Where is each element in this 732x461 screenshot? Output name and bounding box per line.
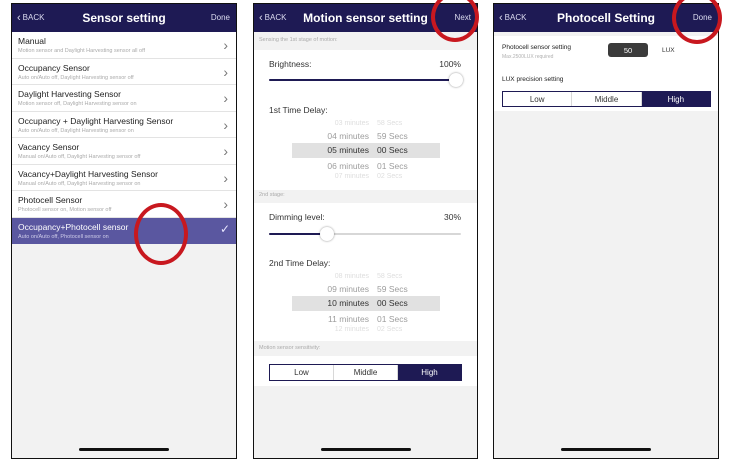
delay1-picker[interactable]: 03 minutes 58 Secs 04 minutes 59 Secs 05 m… — [292, 120, 440, 182]
picker-row: 11 minutes 01 Secs — [328, 314, 408, 324]
done-button[interactable]: Done — [211, 13, 230, 22]
sensitivity-segmented-control: Low Middle High — [269, 364, 462, 381]
stage2-label: 2nd stage: — [259, 192, 285, 198]
item-title: Vacancy Sensor — [18, 142, 80, 152]
home-indicator — [561, 448, 651, 451]
home-indicator — [79, 448, 169, 451]
item-title: Daylight Harvesting Sensor — [18, 89, 121, 99]
stage1-card: Brightness: 100% 1st Time Delay: 03 minu… — [254, 50, 477, 190]
item-subtitle: Auto on/Auto off, Photocell sensor on — [18, 233, 109, 240]
lux-precision-label: LUX precision setting — [502, 76, 564, 83]
slider-fill — [269, 233, 327, 235]
sensitivity-high-option[interactable]: High — [398, 365, 461, 380]
dimming-value: 30% — [443, 212, 461, 222]
brightness-slider[interactable] — [269, 73, 463, 87]
chevron-right-icon: › — [223, 196, 228, 212]
precision-middle-option[interactable]: Middle — [572, 92, 642, 106]
picker-row: 07 minutes 02 Secs — [334, 173, 403, 180]
sensitivity-middle-option[interactable]: Middle — [334, 365, 398, 380]
chevron-right-icon: › — [223, 37, 228, 53]
list-item-vacancy-daylight[interactable]: Vacancy+Daylight Harvesting Sensor Manua… — [12, 164, 236, 191]
item-title: Occupancy Sensor — [18, 62, 90, 73]
chevron-right-icon: › — [223, 90, 228, 106]
list-item-vacancy[interactable]: Vacancy Sensor Manual on/Auto off, Dayli… — [12, 138, 236, 165]
lux-precision-segmented-control: Low Middle High — [502, 91, 711, 107]
list-item-occupancy-photocell[interactable]: Occupancy+Photocell sensor Auto on/Auto … — [12, 217, 236, 244]
motion-sensor-setting-screen: ‹ BACK Motion sensor setting Next Sensin… — [253, 3, 478, 459]
list-item-manual[interactable]: Manual Motion sensor and Daylight Harves… — [12, 32, 236, 59]
chevron-right-icon: › — [223, 143, 228, 159]
delay1-label: 1st Time Delay: — [269, 105, 328, 115]
picker-row-selected: 05 minutes 00 Secs — [327, 145, 408, 155]
photocell-card: Photocell sensor setting Max.2500LUX req… — [494, 36, 718, 111]
list-item-occupancy[interactable]: Occupancy Sensor Auto on/Auto off, Dayli… — [12, 58, 236, 85]
photocell-setting-screen: ‹ BACK Photocell Setting Done Photocell … — [493, 3, 719, 459]
item-title: Vacancy+Daylight Harvesting Sensor — [18, 168, 158, 179]
sensitivity-label: Motion sensor sensitivity: — [259, 345, 321, 351]
slider-knob[interactable] — [319, 227, 334, 241]
lux-unit: LUX — [662, 47, 675, 54]
precision-low-option[interactable]: Low — [503, 92, 573, 106]
picker-row: 08 minutes 58 Secs — [334, 273, 403, 280]
picker-row: 03 minutes 58 Secs — [334, 120, 403, 127]
chevron-right-icon: › — [223, 116, 228, 133]
list-item-daylight[interactable]: Daylight Harvesting Sensor Motion sensor… — [12, 85, 236, 112]
chevron-right-icon: › — [223, 169, 228, 186]
nav-bar: ‹ BACK Sensor setting Done — [12, 4, 236, 32]
canvas: ‹ BACK Sensor setting Done Manual Motion… — [0, 0, 732, 461]
brightness-value: 100% — [439, 59, 461, 69]
item-title: Photocell Sensor — [18, 195, 83, 205]
precision-high-option[interactable]: High — [641, 92, 710, 106]
item-subtitle: Motion sensor off, Daylight Harvesting s… — [18, 101, 137, 107]
item-subtitle: Manual on/Auto off, Daylight Harvesting … — [18, 180, 141, 187]
check-icon: ✓ — [219, 221, 230, 236]
dimming-label: Dimming level: — [269, 212, 325, 222]
screen-title: Sensor setting — [82, 11, 166, 25]
sensor-setting-screen: ‹ BACK Sensor setting Done Manual Motion… — [11, 3, 237, 459]
home-indicator — [320, 448, 411, 451]
item-subtitle: Photocell sensor on, Motion sensor off — [18, 207, 112, 213]
slider-fill — [269, 79, 461, 81]
lux-input[interactable]: 50 — [608, 43, 648, 57]
item-subtitle: Auto on/Auto off, Daylight Harvesting se… — [18, 74, 134, 81]
item-subtitle: Motion sensor and Daylight Harvesting se… — [18, 48, 146, 54]
sensitivity-card: Low Middle High — [254, 356, 477, 386]
list-item-occupancy-daylight[interactable]: Occupancy + Daylight Harvesting Sensor A… — [12, 111, 236, 138]
stage1-label: Sensing the 1st stage of motion: — [259, 37, 338, 43]
item-title: Occupancy+Photocell sensor — [18, 221, 129, 232]
brightness-label: Brightness: — [269, 59, 312, 69]
sensor-mode-list: Manual Motion sensor and Daylight Harves… — [12, 32, 236, 244]
item-title: Manual — [18, 36, 46, 46]
stage2-card: Dimming level: 30% 2nd Time Delay: 08 mi… — [254, 203, 477, 341]
chevron-right-icon: › — [223, 63, 228, 80]
picker-row: 06 minutes 01 Secs — [327, 161, 408, 171]
annotation-circle-selected-item — [134, 203, 188, 265]
list-item-photocell[interactable]: Photocell Sensor Photocell sensor on, Mo… — [12, 191, 236, 218]
picker-row: 04 minutes 59 Secs — [327, 131, 408, 141]
delay2-picker[interactable]: 08 minutes 58 Secs 09 minutes 59 Secs 10 m… — [292, 273, 440, 335]
delay2-label: 2nd Time Delay: — [269, 258, 331, 268]
slider-knob[interactable] — [449, 73, 463, 87]
dimming-slider[interactable] — [269, 227, 461, 241]
photocell-sensor-label: Photocell sensor setting — [502, 44, 572, 51]
item-title: Occupancy + Daylight Harvesting Sensor — [18, 115, 174, 126]
picker-row-selected: 10 minutes 00 Secs — [327, 298, 408, 308]
picker-row: 09 minutes 59 Secs — [327, 284, 408, 294]
item-subtitle: Manual on/Auto off, Daylight Harvesting … — [18, 154, 141, 160]
item-subtitle: Auto on/Auto off, Daylight Harvesting se… — [18, 127, 134, 134]
sensitivity-low-option[interactable]: Low — [270, 365, 334, 380]
photocell-sensor-hint: Max.2500LUX required — [502, 54, 554, 60]
picker-row: 12 minutes 02 Secs — [334, 326, 403, 333]
